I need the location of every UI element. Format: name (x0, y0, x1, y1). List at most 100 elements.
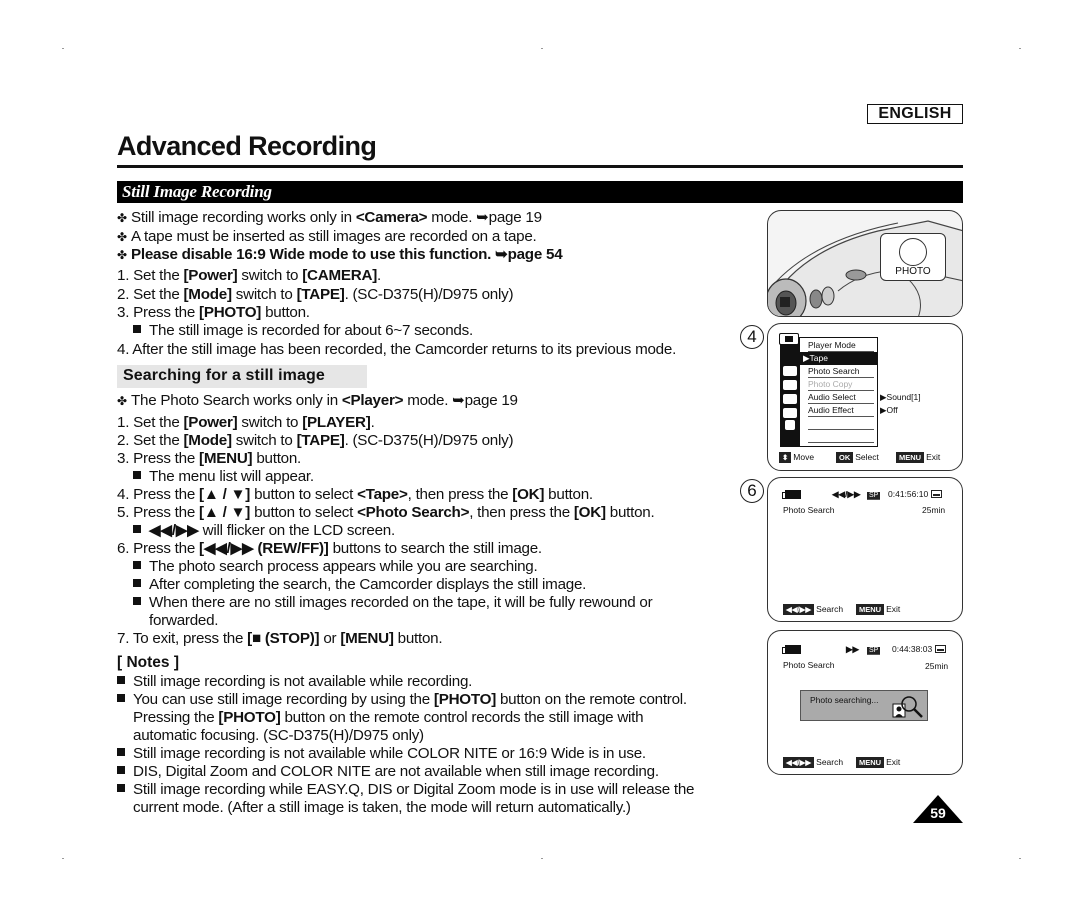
menu-item-photo-search[interactable]: Photo Search (808, 365, 874, 378)
text-segment: Pressing the (133, 709, 219, 726)
text-segment: The Photo Search works only in (131, 392, 342, 409)
transport-indicator: ◀◀/▶▶ (832, 489, 861, 499)
text-segment: . (SC-D375(H)/D975 only) (344, 432, 514, 449)
intro-bullet: ✤ Still image recording works only in <Ca… (117, 209, 542, 227)
audio-select-value: ▶Sound[1] (880, 392, 921, 402)
title-divider (117, 165, 963, 168)
text-segment: Press the (133, 304, 200, 321)
select-hint: OK Select (836, 452, 879, 463)
note-item-cont: Pressing the [PHOTO] button on the remot… (133, 709, 644, 727)
sp-indicator: SP (867, 644, 881, 655)
text-segment: 3. (117, 450, 134, 467)
bold-text: [MENU] (199, 450, 253, 467)
note-item: Still image recording while EASY.Q, DIS … (117, 781, 695, 799)
text-segment: Still image recording works only in (131, 209, 356, 226)
search-step: 2. Set the [Mode] switch to [TAPE]. (SC-… (117, 432, 514, 450)
text-segment: Press the (133, 450, 200, 467)
text-segment: , then press the (407, 486, 513, 503)
menu-item-audio-select[interactable]: Audio Select (808, 391, 874, 404)
text-segment: , then press the (469, 504, 574, 521)
text-segment: 6. (117, 540, 134, 557)
text-segment: Press the (133, 540, 200, 557)
text-segment: You can use still image recording by usi… (133, 691, 434, 708)
clover-bullet-icon: ✤ (117, 394, 127, 408)
text-segment: . (SC-D375(H)/D975 only) (344, 286, 514, 303)
settings-gear-icon (785, 420, 795, 430)
bold-text: [OK] (512, 486, 545, 503)
tape-icon (934, 645, 946, 653)
clover-bullet-icon: ✤ (117, 248, 127, 262)
player-mode-icon (779, 333, 799, 345)
text-segment: 4. (117, 486, 134, 503)
bold-text: [TAPE] (296, 286, 345, 303)
bold-text: [MENU] (340, 630, 394, 647)
section-title: Still Image Recording (122, 182, 272, 201)
search-step: 7. To exit, press the [■ (STOP)] or [MEN… (117, 630, 443, 648)
text-segment: DIS, Digital Zoom and COLOR NITE are not… (133, 763, 659, 780)
step-number-4: 4 (740, 325, 764, 349)
search-bullet: ✤ The Photo Search works only in <Player>… (117, 392, 518, 410)
search-step-note-cont: forwarded. (149, 612, 219, 629)
exit-hint: MENU Exit (856, 604, 900, 615)
note-item-cont: current mode. (After a still image is ta… (133, 799, 631, 816)
text-segment: Set the (133, 414, 184, 431)
subsection-heading: Searching for a still image (117, 365, 367, 388)
camera-menu-icon (783, 380, 797, 390)
text-segment: Move (793, 452, 815, 462)
photo-button-icon (899, 238, 927, 266)
remaining-time: 25min (922, 505, 946, 515)
square-bullet-icon (117, 766, 125, 774)
menu-item-tape[interactable]: ▶Tape (800, 352, 878, 365)
battery-icon (782, 645, 801, 654)
page-number: 59 (930, 805, 946, 821)
text-segment: Still image recording while EASY.Q, DIS … (133, 781, 695, 798)
tape-menu-icon (783, 366, 797, 376)
menu-item-audio-effect[interactable]: Audio Effect (808, 404, 874, 417)
text-segment: Still image recording is not available w… (133, 673, 473, 690)
text-segment: 0:41:56:10 (888, 489, 929, 499)
text-segment: button. (393, 630, 443, 647)
text-segment: button to select (250, 504, 358, 521)
crop-mark (1019, 858, 1021, 859)
text-segment: Exit (886, 604, 901, 614)
square-bullet-icon (117, 676, 125, 684)
text-segment: To exit, press the (132, 630, 248, 647)
note-item: DIS, Digital Zoom and COLOR NITE are not… (117, 763, 659, 781)
mode-label: Photo Search (783, 660, 835, 670)
search-hint: ◀◀/▶▶ Search (783, 757, 843, 768)
bold-text: <Photo Search> (357, 504, 470, 521)
text-segment: The photo search process appears while y… (149, 558, 538, 575)
crop-mark (1019, 48, 1021, 49)
bold-text: [OK] (573, 504, 606, 521)
text-segment: 5. (117, 504, 134, 521)
updown-key-icon: ⬍ (779, 452, 792, 463)
square-bullet-icon (133, 525, 141, 533)
photo-button-label: PHOTO (895, 266, 931, 277)
bold-text: [Mode] (183, 286, 233, 303)
search-step: 1. Set the [Power] switch to [PLAYER]. (117, 414, 375, 432)
square-bullet-icon (133, 561, 141, 569)
text-segment: Press the (133, 486, 200, 503)
text-segment: switch to (237, 267, 303, 284)
crop-mark (62, 48, 64, 49)
bold-text: [PHOTO] (433, 691, 496, 708)
square-bullet-icon (133, 579, 141, 587)
exit-hint: MENU Exit (856, 757, 900, 768)
text-segment: SP (867, 492, 881, 500)
bold-text: ◀◀/▶▶ (149, 522, 199, 539)
bold-text: <Camera> (355, 209, 428, 226)
text-segment: . (377, 267, 381, 284)
memory-menu-icon (783, 394, 797, 404)
text-segment: 2. (117, 286, 134, 303)
bold-text: [▲ / ▼] (199, 504, 251, 521)
clover-bullet-icon: ✤ (117, 230, 127, 244)
text-segment: Set the (133, 267, 184, 284)
text-segment: After completing the search, the Camcord… (149, 576, 587, 593)
menu-key-icon: MENU (856, 757, 885, 768)
text-segment: 0:44:38:03 (892, 644, 933, 654)
tape-icon (930, 490, 942, 498)
text-segment: switch to (231, 432, 297, 449)
square-bullet-icon (133, 325, 141, 333)
exit-hint: MENU Exit (896, 452, 940, 463)
bold-text: [PHOTO] (199, 304, 262, 321)
